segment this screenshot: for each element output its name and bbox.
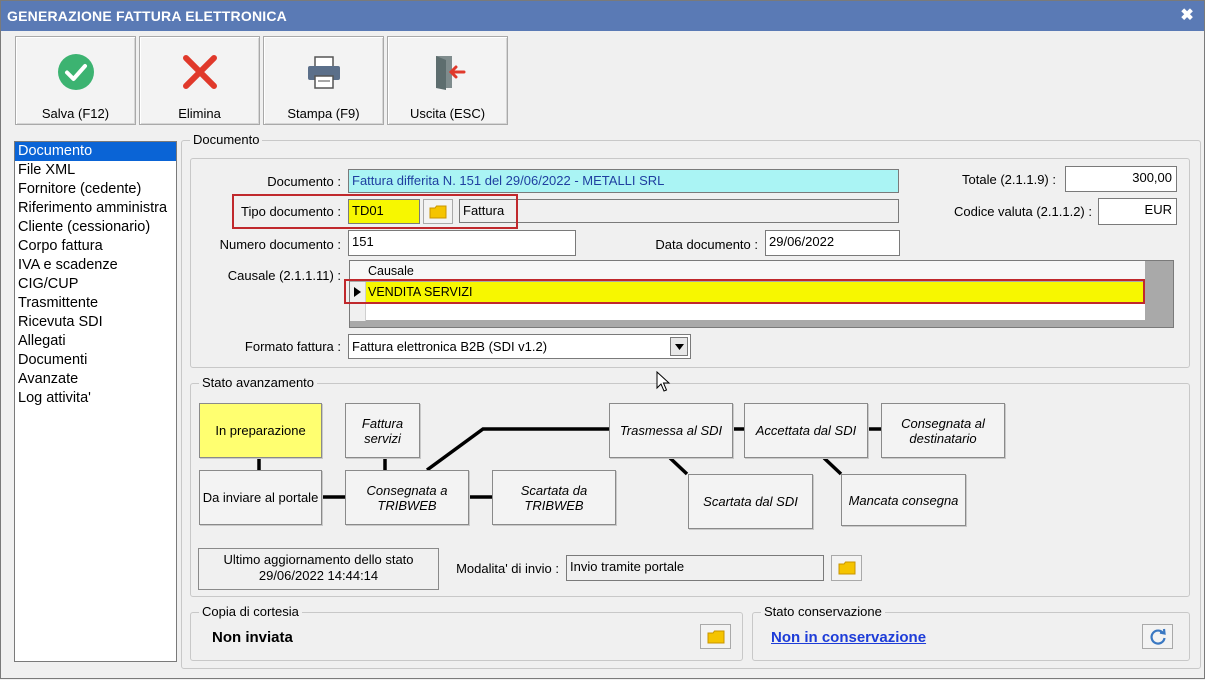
sidebar-item-corpo-fattura[interactable]: Corpo fattura (15, 237, 176, 256)
sidebar-item-ricevuta-sdi[interactable]: Ricevuta SDI (15, 313, 176, 332)
causale-label: Causale (2.1.1.11) : (227, 268, 341, 283)
ultimo-aggiornamento-label: Ultimo aggiornamento dello stato (223, 552, 414, 567)
state-scartata-sdi: Scartata dal SDI (688, 474, 813, 529)
close-icon[interactable]: ✖ (1180, 1, 1194, 31)
delete-button[interactable]: Elimina (139, 36, 260, 125)
refresh-button[interactable] (1142, 624, 1173, 649)
data-documento-label: Data documento : (655, 237, 758, 252)
new-row-selector (350, 303, 366, 321)
title-bar: GENERAZIONE FATTURA ELETTRONICA ✖ (1, 1, 1204, 31)
modalita-invio-field: Invio tramite portale (566, 555, 824, 581)
causale-grid-new-row[interactable] (350, 302, 1145, 321)
sidebar-list[interactable]: Documento File XML Fornitore (cedente) R… (14, 141, 177, 662)
state-accettata-sdi: Accettata dal SDI (744, 403, 868, 458)
codice-valuta-field[interactable]: EUR (1098, 198, 1177, 225)
stato-avanzamento-title: Stato avanzamento (199, 375, 318, 390)
sidebar-item-documento[interactable]: Documento (15, 142, 176, 161)
sidebar-item-riferimento-amministrazione[interactable]: Riferimento amministra (15, 199, 176, 218)
save-label: Salva (F12) (41, 106, 110, 121)
formato-fattura-select[interactable]: Fattura elettronica B2B (SDI v1.2) (348, 334, 691, 359)
numero-documento-label: Numero documento : (219, 237, 341, 252)
mouse-cursor-icon (656, 371, 671, 392)
numero-documento-field[interactable]: 151 (348, 230, 576, 256)
print-label: Stampa (F9) (287, 106, 360, 121)
copia-cortesia-title: Copia di cortesia (199, 604, 302, 619)
state-consegnata-tribweb: Consegnata a TRIBWEB (345, 470, 469, 525)
data-documento-field[interactable]: 29/06/2022 (765, 230, 900, 256)
modalita-invio-browse-button[interactable] (831, 555, 862, 581)
dropdown-arrow-icon[interactable] (670, 337, 688, 356)
state-consegnata-destinatario: Consegnata al destinatario (881, 403, 1005, 458)
sidebar-item-iva-scadenze[interactable]: IVA e scadenze (15, 256, 176, 275)
printer-icon (264, 51, 383, 93)
sidebar-item-file-xml[interactable]: File XML (15, 161, 176, 180)
state-scartata-tribweb: Scartata da TRIBWEB (492, 470, 616, 525)
state-da-inviare-al-portale: Da inviare al portale (199, 470, 322, 525)
sidebar-item-cig-cup[interactable]: CIG/CUP (15, 275, 176, 294)
codice-valuta-label: Codice valuta (2.1.1.2) : (953, 204, 1092, 219)
ultimo-aggiornamento-box: Ultimo aggiornamento dello stato 29/06/2… (198, 548, 439, 590)
documento-outer-group-title: Documento (190, 132, 263, 147)
state-mancata-consegna: Mancata consegna (841, 474, 966, 526)
print-button[interactable]: Stampa (F9) (263, 36, 384, 125)
causale-highlight-frame (344, 279, 1145, 304)
invoice-window: GENERAZIONE FATTURA ELETTRONICA ✖ Salva … (0, 0, 1205, 679)
stato-conservazione-title: Stato conservazione (761, 604, 885, 619)
tipo-documento-highlight-frame (232, 194, 518, 229)
exit-button[interactable]: Uscita (ESC) (387, 36, 508, 125)
totale-label: Totale (2.1.1.9) : (962, 172, 1056, 187)
state-in-preparazione: In preparazione (199, 403, 322, 458)
sidebar-item-cliente[interactable]: Cliente (cessionario) (15, 218, 176, 237)
stato-conservazione-link[interactable]: Non in conservazione (771, 629, 926, 646)
tipo-documento-desc-field: Fattura (459, 199, 899, 223)
save-button[interactable]: Salva (F12) (15, 36, 136, 125)
formato-fattura-value: Fattura elettronica B2B (SDI v1.2) (352, 339, 548, 354)
copia-cortesia-status: Non inviata (212, 629, 293, 646)
check-icon (16, 51, 135, 93)
sidebar-item-fornitore[interactable]: Fornitore (cedente) (15, 180, 176, 199)
ultimo-aggiornamento-value: 29/06/2022 14:44:14 (258, 568, 379, 583)
delete-label: Elimina (178, 106, 221, 121)
documento-label: Documento : (267, 174, 341, 189)
sidebar-item-log-attivita[interactable]: Log attivita' (15, 389, 176, 408)
folder-icon (707, 630, 724, 643)
exit-door-icon (388, 51, 507, 93)
exit-label: Uscita (ESC) (409, 106, 486, 121)
documento-field: Fattura differita N. 151 del 29/06/2022 … (348, 169, 899, 193)
folder-icon (838, 561, 855, 575)
copia-cortesia-button[interactable] (700, 624, 731, 649)
window-title: GENERAZIONE FATTURA ELETTRONICA (7, 8, 287, 24)
state-trasmessa-sdi: Trasmessa al SDI (609, 403, 733, 458)
formato-fattura-label: Formato fattura : (244, 339, 341, 354)
modalita-invio-label: Modalita' di invio : (456, 561, 559, 576)
x-icon (140, 51, 259, 93)
state-fattura-servizi: Fattura servizi (345, 403, 420, 458)
refresh-icon (1149, 628, 1166, 645)
sidebar-item-allegati[interactable]: Allegati (15, 332, 176, 351)
sidebar-item-trasmittente[interactable]: Trasmittente (15, 294, 176, 313)
sidebar-item-avanzate[interactable]: Avanzate (15, 370, 176, 389)
totale-field[interactable]: 300,00 (1065, 166, 1177, 192)
causale-grid-header: Causale (350, 261, 1145, 281)
sidebar-item-documenti[interactable]: Documenti (15, 351, 176, 370)
